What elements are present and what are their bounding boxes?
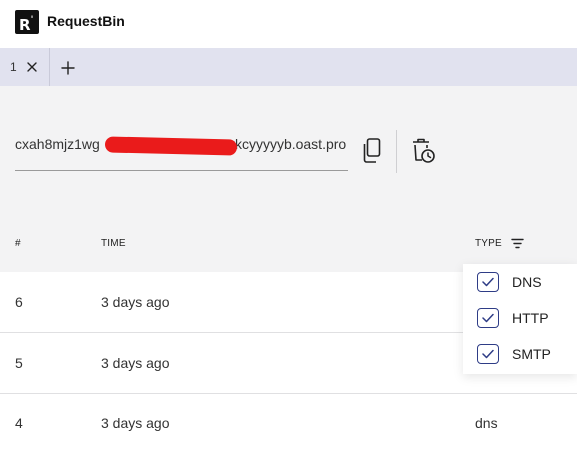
- copy-icon[interactable]: [362, 138, 382, 164]
- app-title: RequestBin: [47, 13, 125, 29]
- filter-option-smtp[interactable]: SMTP: [477, 344, 567, 366]
- toolbar-divider: [396, 130, 397, 173]
- requestbin-logo: R': [15, 10, 39, 34]
- close-icon[interactable]: [26, 61, 38, 73]
- option-label: HTTP: [512, 310, 549, 326]
- url-suffix: wkcyyyyyb.oast.pro: [224, 136, 347, 152]
- checkmark-icon: [482, 349, 494, 359]
- row-time: 3 days ago: [101, 294, 170, 310]
- clear-history-icon[interactable]: [412, 138, 436, 164]
- row-time: 3 days ago: [101, 355, 170, 371]
- filter-option-dns[interactable]: DNS: [477, 272, 567, 294]
- http-checkbox[interactable]: [477, 308, 499, 328]
- redaction-mark: [104, 136, 238, 156]
- row-index: 4: [15, 415, 23, 431]
- row-index: 6: [15, 294, 23, 310]
- requestbin-app: R' RequestBin 1 cxah8mjz1wg wkcyyyyyb.oas…: [0, 0, 577, 453]
- row-index: 5: [15, 355, 23, 371]
- option-label: SMTP: [512, 346, 551, 362]
- dns-checkbox[interactable]: [477, 272, 499, 292]
- endpoint-url-field[interactable]: cxah8mjz1wg wkcyyyyyb.oast.pro: [15, 133, 348, 171]
- option-label: DNS: [512, 274, 542, 290]
- column-header-index: #: [15, 238, 21, 249]
- checkmark-icon: [482, 277, 494, 287]
- filter-icon[interactable]: [511, 238, 524, 249]
- filter-option-http[interactable]: HTTP: [477, 308, 567, 330]
- row-time: 3 days ago: [101, 415, 170, 431]
- add-tab-icon[interactable]: [60, 60, 76, 76]
- table-row[interactable]: 4 3 days ago dns: [0, 394, 577, 453]
- tab-label: 1: [10, 60, 17, 74]
- column-header-type: TYPE: [475, 238, 502, 249]
- tab-bar: 1: [0, 48, 577, 86]
- checkmark-icon: [482, 313, 494, 323]
- top-bar: R' RequestBin: [0, 0, 577, 46]
- tab-1[interactable]: 1: [0, 48, 50, 86]
- type-filter-dropdown: DNS HTTP SMTP: [463, 264, 577, 374]
- smtp-checkbox[interactable]: [477, 344, 499, 364]
- column-header-time[interactable]: TIME: [101, 238, 126, 249]
- row-type: dns: [475, 415, 498, 431]
- url-prefix: cxah8mjz1wg: [15, 136, 100, 152]
